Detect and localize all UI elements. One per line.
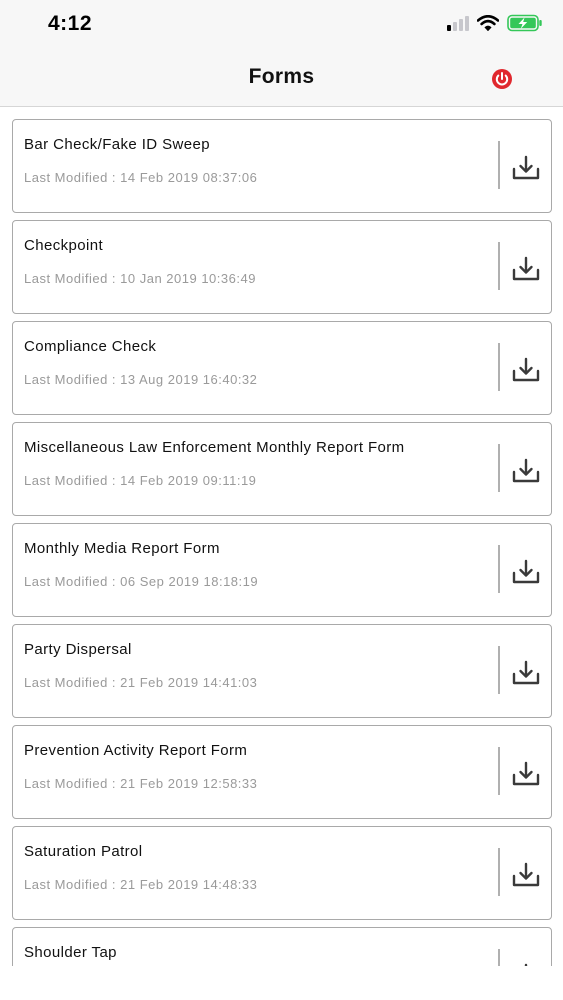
form-card[interactable]: Miscellaneous Law Enforcement Monthly Re… (12, 422, 552, 516)
signal-icon (447, 15, 469, 31)
download-button[interactable] (511, 659, 541, 687)
download-icon (512, 559, 540, 584)
navigation-bar: Forms (0, 50, 563, 107)
download-icon (512, 155, 540, 180)
form-card[interactable]: Compliance Check Last Modified : 13 Aug 2… (12, 321, 552, 415)
download-button[interactable] (511, 558, 541, 586)
form-title: Bar Check/Fake ID Sweep (24, 136, 210, 153)
power-icon (492, 69, 512, 89)
download-icon (512, 761, 540, 786)
form-title: Compliance Check (24, 338, 157, 355)
wifi-icon (477, 15, 499, 31)
form-title: Party Dispersal (24, 641, 132, 658)
form-last-modified: Last Modified : 06 Sep 2019 18:18:19 (24, 574, 259, 589)
form-last-modified: Last Modified : 21 Feb 2019 14:48:33 (24, 877, 258, 892)
form-card[interactable]: Shoulder Tap (12, 927, 552, 966)
card-divider (498, 747, 500, 795)
page-title: Forms (248, 65, 315, 88)
download-button[interactable] (511, 760, 541, 788)
forms-list: Bar Check/Fake ID Sweep Last Modified : 1… (12, 119, 552, 966)
form-card[interactable]: Saturation Patrol Last Modified : 21 Feb … (12, 826, 552, 920)
form-card[interactable]: Bar Check/Fake ID Sweep Last Modified : 1… (12, 119, 552, 213)
form-card[interactable]: Prevention Activity Report Form Last Modi… (12, 725, 552, 819)
form-last-modified: Last Modified : 21 Feb 2019 12:58:33 (24, 776, 258, 791)
form-title: Saturation Patrol (24, 843, 143, 860)
form-last-modified: Last Modified : 14 Feb 2019 09:11:19 (24, 473, 257, 488)
form-title: Shoulder Tap (24, 944, 117, 961)
download-button[interactable] (511, 255, 541, 283)
download-icon (512, 256, 540, 281)
card-divider (498, 343, 500, 391)
form-last-modified: Last Modified : 21 Feb 2019 14:41:03 (24, 675, 258, 690)
download-button[interactable] (511, 861, 541, 889)
form-title: Prevention Activity Report Form (24, 742, 248, 759)
card-divider (498, 646, 500, 694)
form-card[interactable]: Party Dispersal Last Modified : 21 Feb 20… (12, 624, 552, 718)
bottom-area (0, 966, 563, 1000)
download-button[interactable] (511, 457, 541, 485)
status-icons (447, 14, 543, 32)
download-icon (512, 862, 540, 887)
form-last-modified: Last Modified : 14 Feb 2019 08:37:06 (24, 170, 258, 185)
forms-screen: 4:12 Forms Bar Check/Fake ID Sweep Last … (0, 0, 563, 1000)
card-divider (498, 848, 500, 896)
form-card[interactable]: Monthly Media Report Form Last Modified :… (12, 523, 552, 617)
form-title: Checkpoint (24, 237, 104, 254)
download-button[interactable] (511, 356, 541, 384)
card-divider (498, 242, 500, 290)
form-last-modified: Last Modified : 13 Aug 2019 16:40:32 (24, 372, 258, 387)
card-divider (498, 545, 500, 593)
status-bar: 4:12 (0, 0, 563, 50)
download-icon (512, 660, 540, 685)
card-divider (498, 141, 500, 189)
form-title: Monthly Media Report Form (24, 540, 220, 557)
download-icon (512, 458, 540, 483)
form-last-modified: Last Modified : 10 Jan 2019 10:36:49 (24, 271, 256, 286)
card-divider (498, 444, 500, 492)
download-button[interactable] (511, 154, 541, 182)
logout-button[interactable] (491, 68, 513, 90)
form-title: Miscellaneous Law Enforcement Monthly Re… (24, 439, 405, 456)
card-divider (498, 949, 500, 966)
download-icon (512, 357, 540, 382)
status-time: 4:12 (48, 12, 93, 35)
form-card[interactable]: Checkpoint Last Modified : 10 Jan 2019 10… (12, 220, 552, 314)
battery-charging-icon (507, 14, 542, 32)
